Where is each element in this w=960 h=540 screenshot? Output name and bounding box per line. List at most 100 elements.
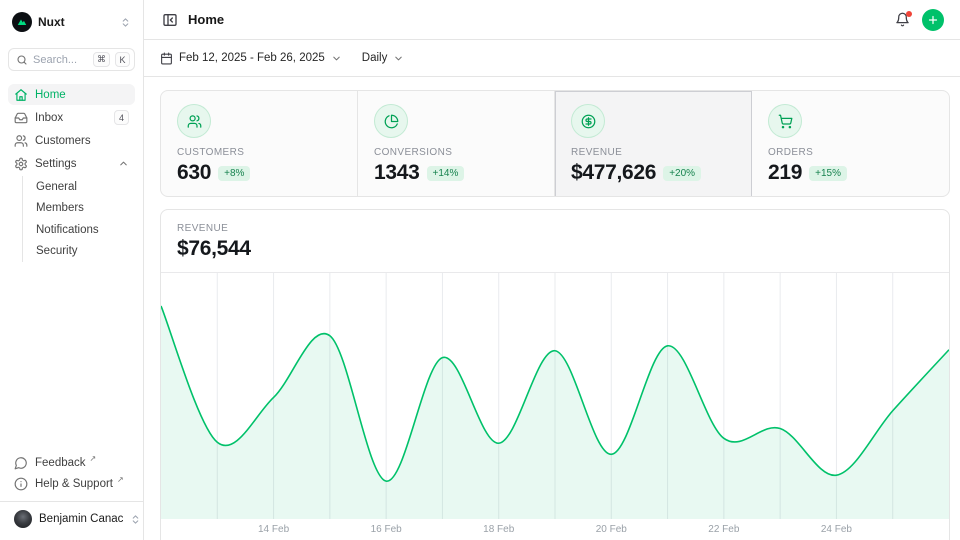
chevrons-up-down-icon [130,514,141,525]
user-name: Benjamin Canac [39,513,123,525]
settings-submenu: General Members Notifications Security [22,176,135,262]
main-area: Home Feb 12, 2025 - Feb 26, 2025 Daily [144,0,960,540]
pie-chart-icon [374,104,408,138]
notification-dot [906,11,912,17]
sidebar-nav: Home Inbox 4 Customers Settings [8,84,135,264]
stat-label: REVENUE [571,147,735,158]
x-tick-label: 14 Feb [258,524,289,535]
period-label: Daily [362,52,388,64]
topbar: Home [144,0,960,40]
sidebar-child-label: General [36,181,77,193]
stat-label: CONVERSIONS [374,147,538,158]
sidebar-item-label: Settings [35,158,111,170]
inbox-icon [14,111,28,125]
revenue-chart-card: REVENUE $76,544 14 Feb 16 Feb 18 Feb 20 Feb… [160,209,950,540]
workspace-name: Nuxt [38,15,114,29]
user-menu[interactable]: Benjamin Canac [8,506,135,532]
x-tick-label: 16 Feb [371,524,402,535]
sidebar-child-label: Security [36,245,78,257]
stat-value: $477,626 [571,161,656,185]
add-button[interactable] [922,9,944,31]
command-kbd: ⌘ [93,52,110,67]
stat-customers[interactable]: CUSTOMERS 630 +8% [161,91,358,197]
sidebar-footer: Feedback ↗ Help & Support ↗ Benjamin Can… [8,452,135,532]
help-support-link[interactable]: Help & Support ↗ [8,473,135,494]
sidebar-item-members[interactable]: Members [36,198,135,220]
chevron-down-icon [393,53,404,64]
stat-label: CUSTOMERS [177,147,341,158]
sidebar-item-general[interactable]: General [36,176,135,198]
stat-delta-badge: +20% [663,166,701,181]
home-icon [14,88,28,102]
stat-value: 219 [768,161,802,185]
page-title: Home [188,12,224,27]
stat-delta-badge: +8% [218,166,250,181]
gear-icon [14,157,28,171]
stat-label: ORDERS [768,147,933,158]
stats-row: CUSTOMERS 630 +8% CONVERSIONS 1343 +14% [160,90,950,197]
sidebar-child-label: Members [36,202,84,214]
revenue-chart-svg [161,273,949,519]
stat-value: 630 [177,161,211,185]
stat-delta-badge: +14% [427,166,465,181]
external-link-icon: ↗ [90,452,97,466]
circle-dollar-icon [571,104,605,138]
cart-icon [768,104,802,138]
x-tick-label: 24 Feb [821,524,852,535]
users-icon [177,104,211,138]
search-input[interactable] [33,54,88,66]
sidebar-item-settings[interactable]: Settings [8,153,135,174]
search-box[interactable]: ⌘ K [8,48,135,71]
avatar [14,510,32,528]
k-kbd: K [115,52,130,67]
date-range-label: Feb 12, 2025 - Feb 26, 2025 [179,52,325,64]
chevrons-up-down-icon [120,17,131,28]
chart-total: $76,544 [177,237,933,261]
sidebar-item-inbox[interactable]: Inbox 4 [8,107,135,128]
date-range-picker[interactable]: Feb 12, 2025 - Feb 26, 2025 [160,52,342,65]
sidebar-item-label: Customers [35,135,129,147]
sidebar-item-customers[interactable]: Customers [8,130,135,151]
stat-orders[interactable]: ORDERS 219 +15% [752,91,949,197]
plus-icon [927,14,939,26]
users-icon [14,134,28,148]
nuxt-logo [12,12,32,32]
filters-toolbar: Feb 12, 2025 - Feb 26, 2025 Daily [144,40,960,77]
search-icon [16,54,28,66]
app: Nuxt ⌘ K Home Inb [0,0,960,540]
sidebar-item-security[interactable]: Security [36,241,135,263]
panel-left-close-icon [162,12,178,28]
help-support-label: Help & Support [35,478,113,490]
stat-conversions[interactable]: CONVERSIONS 1343 +14% [358,91,555,197]
x-tick-label: 18 Feb [483,524,514,535]
notifications-button[interactable] [893,10,912,29]
sidebar-item-label: Home [35,89,129,101]
sidebar: Nuxt ⌘ K Home Inb [0,0,144,540]
chart-xticks: 14 Feb 16 Feb 18 Feb 20 Feb 22 Feb 24 Feb [161,519,949,540]
inbox-count-badge: 4 [114,110,129,125]
period-select[interactable]: Daily [362,52,405,64]
sidebar-item-home[interactable]: Home [8,84,135,105]
stat-delta-badge: +15% [809,166,847,181]
chevron-up-icon [118,158,129,169]
stat-value: 1343 [374,161,420,185]
calendar-icon [160,52,173,65]
chevron-down-icon [331,53,342,64]
feedback-label: Feedback [35,457,86,469]
chart-title: REVENUE [177,223,933,234]
stat-revenue[interactable]: REVENUE $477,626 +20% [555,91,752,197]
sidebar-item-notifications[interactable]: Notifications [36,219,135,241]
collapse-sidebar-button[interactable] [160,10,180,30]
x-tick-label: 22 Feb [708,524,739,535]
workspace-switcher[interactable]: Nuxt [8,10,135,34]
sidebar-child-label: Notifications [36,224,99,236]
x-tick-label: 20 Feb [596,524,627,535]
message-circle-icon [14,456,28,470]
info-icon [14,477,28,491]
sidebar-item-label: Inbox [35,112,107,124]
page-content: CUSTOMERS 630 +8% CONVERSIONS 1343 +14% [144,77,960,540]
external-link-icon: ↗ [117,473,124,487]
sidebar-divider [0,501,143,502]
revenue-chart-plot[interactable] [161,272,949,519]
feedback-link[interactable]: Feedback ↗ [8,452,135,473]
